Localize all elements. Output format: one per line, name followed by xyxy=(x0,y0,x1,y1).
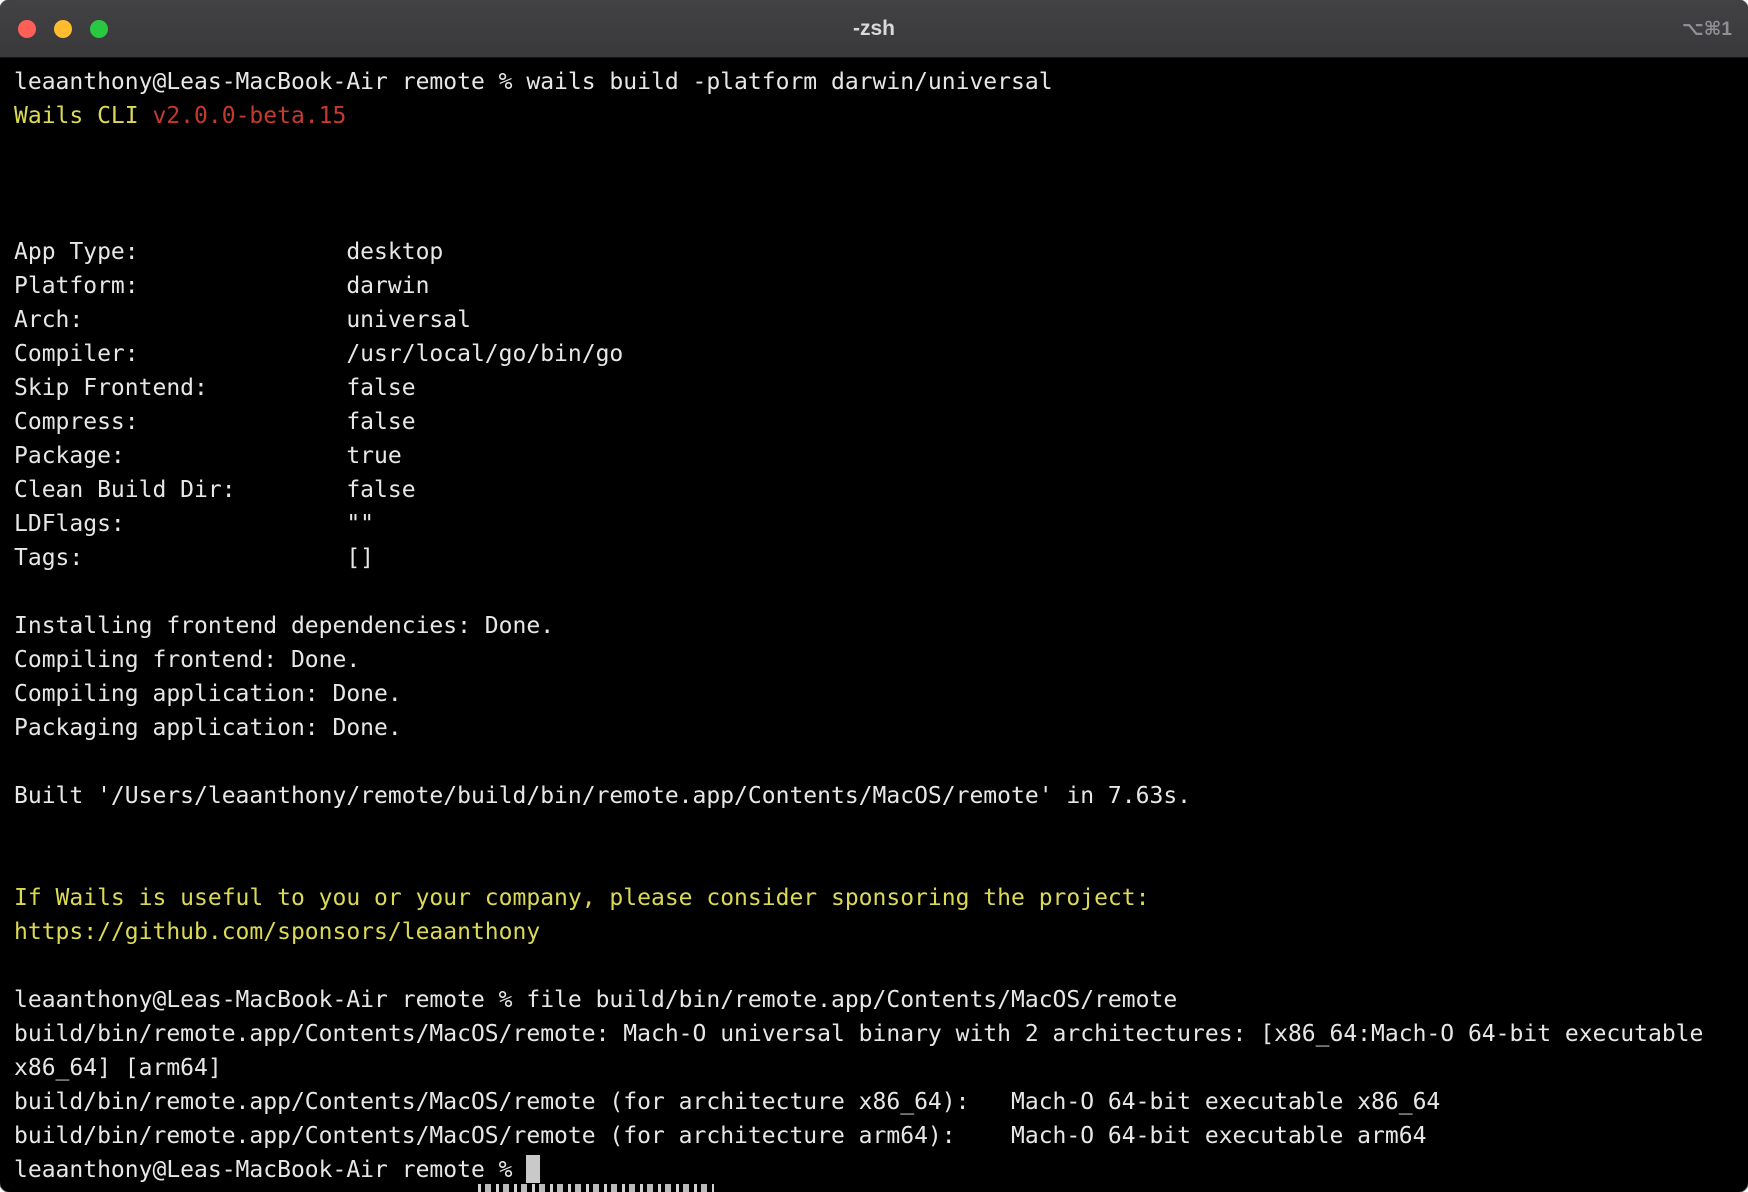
terminal-line: leaanthony@Leas-MacBook-Air remote % wai… xyxy=(14,65,1734,99)
terminal-output[interactable]: leaanthony@Leas-MacBook-Air remote % wai… xyxy=(0,58,1748,1192)
terminal-text: App Type: desktop xyxy=(14,239,443,265)
minimize-button[interactable] xyxy=(54,20,72,38)
terminal-line xyxy=(14,201,1734,235)
terminal-text: Compress: false xyxy=(14,409,416,435)
terminal-line: Tags: [] xyxy=(14,541,1734,575)
terminal-line: Compiling frontend: Done. xyxy=(14,643,1734,677)
terminal-line: Arch: universal xyxy=(14,303,1734,337)
terminal-line: Packaging application: Done. xyxy=(14,711,1734,745)
titlebar[interactable]: -zsh ⌥⌘1 xyxy=(0,0,1748,58)
terminal-text: LDFlags: "" xyxy=(14,511,374,537)
terminal-line: Built '/Users/leaanthony/remote/build/bi… xyxy=(14,779,1734,813)
terminal-line xyxy=(14,745,1734,779)
terminal-line: https://github.com/sponsors/leaanthony xyxy=(14,915,1734,949)
close-button[interactable] xyxy=(18,20,36,38)
terminal-line xyxy=(14,133,1734,167)
terminal-line: build/bin/remote.app/Contents/MacOS/remo… xyxy=(14,1085,1734,1119)
window-shortcut-badge: ⌥⌘1 xyxy=(1682,0,1732,58)
terminal-line xyxy=(14,949,1734,983)
terminal-line: Compress: false xyxy=(14,405,1734,439)
terminal-line xyxy=(14,167,1734,201)
terminal-line: x86_64] [arm64] xyxy=(14,1051,1734,1085)
terminal-text: Compiling frontend: Done. xyxy=(14,647,360,673)
terminal-line: Compiling application: Done. xyxy=(14,677,1734,711)
terminal-text: v2.0.0-beta.15 xyxy=(152,103,346,129)
terminal-text: Package: true xyxy=(14,443,402,469)
terminal-line xyxy=(14,847,1734,881)
terminal-window: -zsh ⌥⌘1 leaanthony@Leas-MacBook-Air rem… xyxy=(0,0,1748,1192)
terminal-text: Arch: universal xyxy=(14,307,471,333)
terminal-text: Clean Build Dir: false xyxy=(14,477,416,503)
terminal-line: Skip Frontend: false xyxy=(14,371,1734,405)
zoom-button[interactable] xyxy=(90,20,108,38)
terminal-text: Platform: darwin xyxy=(14,273,429,299)
terminal-line: Installing frontend dependencies: Done. xyxy=(14,609,1734,643)
terminal-text: Wails CLI xyxy=(14,103,152,129)
terminal-text: Installing frontend dependencies: Done. xyxy=(14,613,554,639)
terminal-line: App Type: desktop xyxy=(14,235,1734,269)
terminal-text: build/bin/remote.app/Contents/MacOS/remo… xyxy=(14,1123,1426,1149)
terminal-line: Platform: darwin xyxy=(14,269,1734,303)
terminal-text: leaanthony@Leas-MacBook-Air remote % fil… xyxy=(14,987,1177,1013)
terminal-line: leaanthony@Leas-MacBook-Air remote % fil… xyxy=(14,983,1734,1017)
terminal-text: leaanthony@Leas-MacBook-Air remote % xyxy=(14,1157,526,1183)
terminal-line xyxy=(14,575,1734,609)
terminal-line: LDFlags: "" xyxy=(14,507,1734,541)
terminal-line: Package: true xyxy=(14,439,1734,473)
terminal-line xyxy=(14,813,1734,847)
terminal-line: Clean Build Dir: false xyxy=(14,473,1734,507)
cursor-block xyxy=(526,1155,540,1183)
terminal-text: If Wails is useful to you or your compan… xyxy=(14,885,1149,911)
terminal-text: Tags: [] xyxy=(14,545,374,571)
terminal-text: build/bin/remote.app/Contents/MacOS/remo… xyxy=(14,1089,1440,1115)
terminal-line: If Wails is useful to you or your compan… xyxy=(14,881,1734,915)
clipped-text-artifact xyxy=(478,1184,714,1192)
terminal-line: Compiler: /usr/local/go/bin/go xyxy=(14,337,1734,371)
terminal-text: Compiler: /usr/local/go/bin/go xyxy=(14,341,623,367)
terminal-line: leaanthony@Leas-MacBook-Air remote % xyxy=(14,1153,1734,1187)
terminal-text: leaanthony@Leas-MacBook-Air remote % wai… xyxy=(14,69,1053,95)
terminal-text: Skip Frontend: false xyxy=(14,375,416,401)
window-title: -zsh xyxy=(0,17,1748,41)
terminal-line: build/bin/remote.app/Contents/MacOS/remo… xyxy=(14,1119,1734,1153)
terminal-text: Compiling application: Done. xyxy=(14,681,402,707)
terminal-text: x86_64] [arm64] xyxy=(14,1055,222,1081)
terminal-text: Built '/Users/leaanthony/remote/build/bi… xyxy=(14,783,1191,809)
terminal-text: https://github.com/sponsors/leaanthony xyxy=(14,919,540,945)
terminal-text: Packaging application: Done. xyxy=(14,715,402,741)
terminal-text: build/bin/remote.app/Contents/MacOS/remo… xyxy=(14,1021,1703,1047)
terminal-line: Wails CLI v2.0.0-beta.15 xyxy=(14,99,1734,133)
traffic-lights xyxy=(18,20,108,38)
terminal-line: build/bin/remote.app/Contents/MacOS/remo… xyxy=(14,1017,1734,1051)
